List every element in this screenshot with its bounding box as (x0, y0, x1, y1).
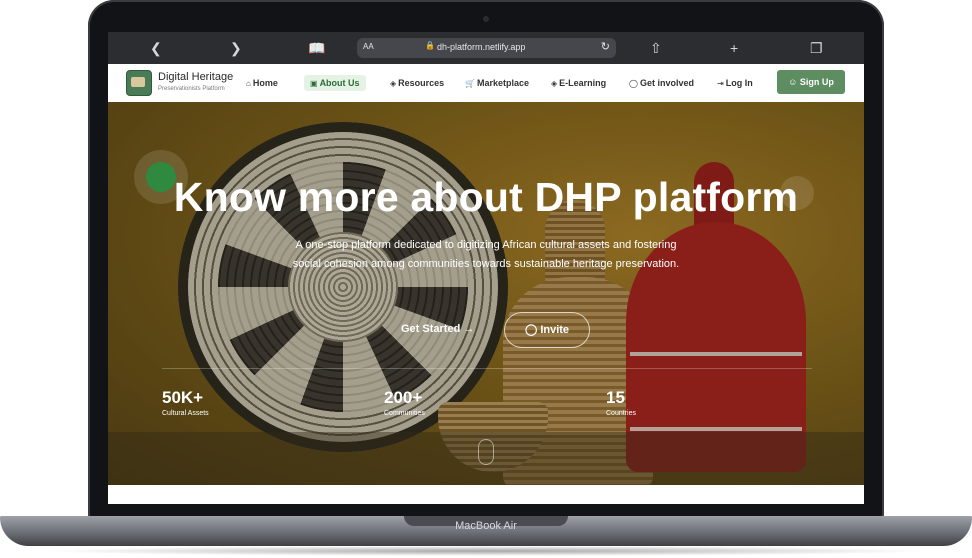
arrow-right-icon: → (463, 323, 475, 335)
stat-value: 15 (606, 388, 625, 407)
brand-title[interactable]: Digital Heritage (158, 71, 233, 83)
nav-get-involved[interactable]: ◯ Get involved (629, 75, 694, 91)
stat-label: Countries (606, 410, 636, 417)
hero-overlay (108, 102, 864, 485)
address-bar[interactable]: AA 🔒 dh-platform.netlify.app ↻ (357, 38, 616, 58)
nav-home[interactable]: ⌂ Home (246, 75, 278, 91)
screen: ❮ ❯ 📖 AA 🔒 dh-platform.netlify.app ↻ ⇧ +… (108, 32, 864, 504)
hero-title: Know more about DHP platform (173, 174, 799, 220)
stat-value: 200+ (384, 388, 423, 407)
home-icon: ⌂ (246, 79, 251, 88)
lock-icon: 🔒 (425, 41, 435, 50)
share-icon[interactable]: ⇧ (650, 39, 662, 57)
brand-subtitle: Preservationists Platform (158, 86, 225, 92)
user-icon: ◯ (524, 324, 541, 336)
tabs-icon[interactable]: ❐ (810, 39, 823, 57)
hero-section: Know more about DHP platform A one-stop … (108, 102, 864, 485)
text-size-button[interactable]: AA (363, 42, 374, 51)
nav-log-in[interactable]: ⇥ Log In (717, 75, 753, 91)
scroll-indicator-icon[interactable] (478, 439, 494, 465)
site-header: Digital Heritage Preservationists Platfo… (108, 64, 864, 103)
add-user-icon: ☺ (788, 77, 800, 87)
get-started-button[interactable]: Get Started → (401, 323, 474, 335)
nav-e-learning[interactable]: ◈ E-Learning (551, 75, 606, 91)
nav-about-us[interactable]: ▣ About Us (304, 75, 366, 91)
user-icon: ◯ (629, 79, 638, 88)
chevron-right-icon[interactable]: ❯ (230, 39, 242, 57)
camera-icon (483, 16, 489, 22)
book-icon[interactable]: 📖 (308, 39, 325, 57)
nav-marketplace[interactable]: 🛒 Marketplace (465, 75, 529, 91)
invite-button[interactable]: ◯ Invite (504, 312, 590, 348)
login-icon: ⇥ (717, 79, 724, 88)
chevron-left-icon[interactable]: ❮ (150, 39, 162, 57)
device-label: MacBook Air (455, 520, 517, 532)
reload-icon[interactable]: ↻ (601, 40, 610, 53)
stat-label: Cultural Assets (162, 410, 209, 417)
plus-icon[interactable]: + (730, 39, 738, 57)
browser-toolbar: ❮ ❯ 📖 AA 🔒 dh-platform.netlify.app ↻ ⇧ +… (108, 32, 864, 64)
nav-resources[interactable]: ◈ Resources (390, 75, 444, 91)
url-text[interactable]: dh-platform.netlify.app (437, 42, 525, 52)
sign-up-button[interactable]: ☺ Sign Up (777, 70, 845, 94)
graduation-icon: ◈ (551, 79, 558, 88)
divider (162, 368, 812, 369)
logo-icon[interactable] (126, 70, 152, 96)
cart-icon: 🛒 (465, 79, 475, 88)
laptop-shadow (40, 546, 932, 556)
hero-description: A one-stop platform dedicated to digitiz… (292, 239, 680, 270)
stat-value: 50K+ (162, 388, 204, 407)
stat-label: Communities (384, 410, 425, 417)
layers-icon: ◈ (390, 79, 397, 88)
book-icon: ▣ (310, 79, 318, 88)
page-content-below (108, 485, 864, 504)
